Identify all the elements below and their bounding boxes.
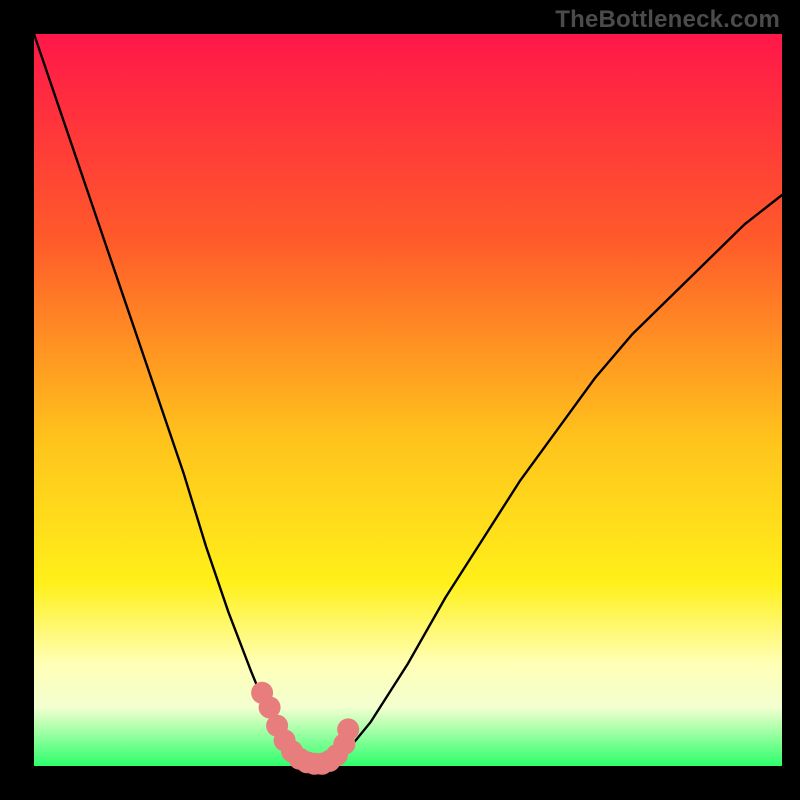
chart-frame: { "watermark": "TheBottleneck.com", "col… <box>0 0 800 800</box>
plot-area <box>34 34 782 766</box>
watermark-text: TheBottleneck.com <box>555 6 780 34</box>
highlight-dot <box>337 718 359 740</box>
chart-svg <box>0 0 800 800</box>
